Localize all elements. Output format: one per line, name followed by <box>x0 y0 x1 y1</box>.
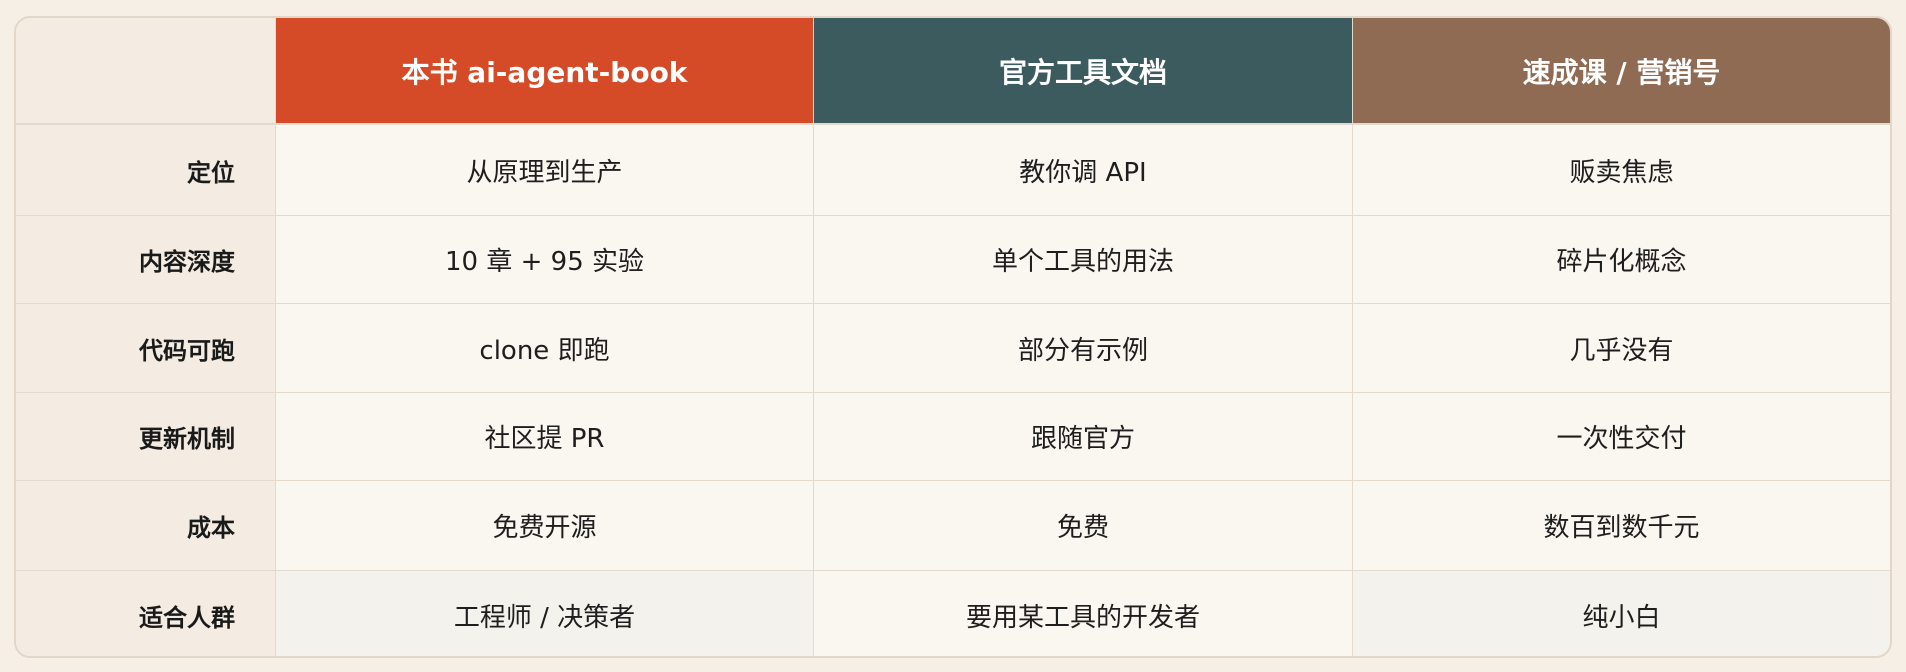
column-header-crash-course: 速成课 / 营销号 <box>1353 18 1890 125</box>
comparison-table: 本书 ai-agent-book 官方工具文档 速成课 / 营销号 定位 从原理… <box>16 18 1890 656</box>
row-label-runnable-code: 代码可跑 <box>16 304 276 393</box>
table-cell: 工程师 / 决策者 <box>276 571 814 656</box>
table-cell: 免费开源 <box>276 481 814 571</box>
table-corner <box>16 18 276 125</box>
table-cell: 数百到数千元 <box>1353 481 1890 571</box>
table-cell: 纯小白 <box>1353 571 1890 656</box>
row-label-cost: 成本 <box>16 481 276 571</box>
table-cell: 免费 <box>814 481 1353 571</box>
column-header-this-book: 本书 ai-agent-book <box>276 18 814 125</box>
table-cell: 从原理到生产 <box>276 125 814 216</box>
table-cell: 一次性交付 <box>1353 393 1890 481</box>
table-cell: 要用某工具的开发者 <box>814 571 1353 656</box>
table-cell: 跟随官方 <box>814 393 1353 481</box>
comparison-table-frame: 本书 ai-agent-book 官方工具文档 速成课 / 营销号 定位 从原理… <box>14 16 1892 658</box>
table-cell: 贩卖焦虑 <box>1353 125 1890 216</box>
row-label-positioning: 定位 <box>16 125 276 216</box>
table-cell: 社区提 PR <box>276 393 814 481</box>
column-header-official-docs: 官方工具文档 <box>814 18 1353 125</box>
row-label-update-mechanism: 更新机制 <box>16 393 276 481</box>
table-cell: 10 章 + 95 实验 <box>276 216 814 304</box>
table-cell: 教你调 API <box>814 125 1353 216</box>
table-cell: 单个工具的用法 <box>814 216 1353 304</box>
table-cell: clone 即跑 <box>276 304 814 393</box>
table-cell: 部分有示例 <box>814 304 1353 393</box>
row-label-audience: 适合人群 <box>16 571 276 656</box>
table-cell: 几乎没有 <box>1353 304 1890 393</box>
table-cell: 碎片化概念 <box>1353 216 1890 304</box>
row-label-content-depth: 内容深度 <box>16 216 276 304</box>
